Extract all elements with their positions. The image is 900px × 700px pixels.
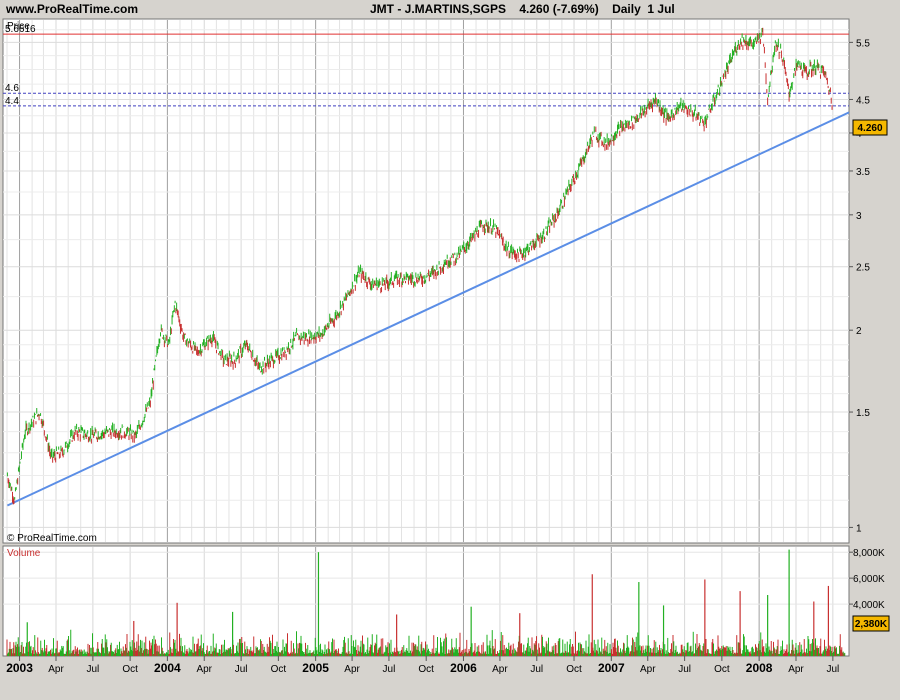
y-tick-label: 2.5	[856, 263, 870, 274]
x-tick-label: Oct	[566, 664, 582, 675]
y-tick-label: 1.5	[856, 408, 870, 419]
x-axis: 2003 Apr Jul Oct 2004 Apr Jul Oct 2005 Apr Jul Oct 2…	[6, 656, 839, 675]
x-tick-label: Jul	[235, 664, 248, 675]
price-panel-label: Price	[7, 21, 30, 32]
last-volume-badge: 2,380K	[852, 615, 890, 632]
x-tick-label: Apr	[48, 664, 64, 675]
volume-y-axis: 8,000K 6,000K 4,000K	[849, 548, 885, 611]
volume-tick-label: 6,000K	[853, 574, 885, 585]
x-tick-label: Apr	[640, 664, 656, 675]
price-y-axis: 11.522.533.544.55.5	[849, 38, 870, 534]
x-tick-label: 2007	[598, 661, 625, 675]
x-tick-label: Apr	[788, 664, 804, 675]
last-volume-value: 2,380K	[855, 619, 888, 630]
last-price-value: 4.260	[857, 123, 882, 134]
x-tick-label: Jul	[530, 664, 543, 675]
x-tick-label: Apr	[196, 664, 212, 675]
level-label: 4.4	[5, 96, 19, 107]
y-tick-label: 3.5	[856, 167, 870, 178]
x-tick-label: Apr	[492, 664, 508, 675]
x-tick-label: 2003	[6, 661, 33, 675]
x-tick-label: Jul	[678, 664, 691, 675]
y-tick-label: 3	[856, 211, 862, 222]
y-tick-label: 2	[856, 326, 862, 337]
x-tick-label: Oct	[418, 664, 434, 675]
x-tick-label: Jul	[86, 664, 99, 675]
last-price-badge: 4.260	[852, 119, 888, 136]
x-tick-label: Oct	[714, 664, 730, 675]
x-tick-label: Oct	[271, 664, 287, 675]
chart-canvas: 5.66164.64.4 Price © ProRealTime.com 11.…	[2, 18, 890, 675]
y-tick-label: 4.5	[856, 95, 870, 106]
volume-tick-label: 4,000K	[853, 600, 885, 611]
x-tick-label: Jul	[826, 664, 839, 675]
x-tick-label: 2008	[746, 661, 773, 675]
x-tick-label: 2004	[154, 661, 181, 675]
x-tick-label: 2005	[302, 661, 329, 675]
volume-panel-label: Volume	[7, 548, 41, 559]
x-tick-label: Jul	[383, 664, 396, 675]
watermark: © ProRealTime.com	[7, 533, 97, 544]
volume-grid	[3, 547, 849, 656]
y-tick-label: 5.5	[856, 38, 870, 49]
y-tick-label: 1	[856, 523, 862, 534]
x-tick-label: Apr	[344, 664, 360, 675]
x-tick-label: Oct	[122, 664, 138, 675]
level-label: 4.6	[5, 83, 19, 94]
x-tick-label: 2006	[450, 661, 477, 675]
volume-tick-label: 8,000K	[853, 548, 885, 559]
